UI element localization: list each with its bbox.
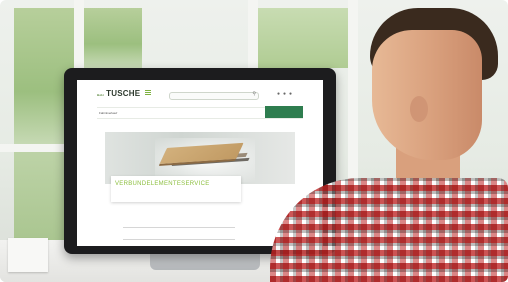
paper-stack xyxy=(8,238,48,272)
logo-mark-icon xyxy=(145,90,151,96)
form-field[interactable] xyxy=(123,232,235,240)
hero-title-card: VERBUNDELEMENTESERVICE xyxy=(111,176,241,202)
window-frame xyxy=(348,0,358,200)
site-header: Holz TUSCHE ⚲ ●●● xyxy=(77,80,323,108)
site-logo[interactable]: Holz TUSCHE xyxy=(97,89,140,98)
search-icon[interactable]: ⚲ xyxy=(252,91,256,97)
person-head xyxy=(372,30,482,160)
search-input[interactable]: ⚲ xyxy=(169,91,259,100)
contact-button[interactable] xyxy=(265,106,303,118)
header-icons[interactable]: ●●● xyxy=(277,91,295,97)
person-ear xyxy=(410,96,428,122)
window-pane xyxy=(258,8,348,68)
page-title: VERBUNDELEMENTESERVICE xyxy=(115,181,210,187)
photo: Holz TUSCHE ⚲ ●●● Fabrikverkauf VERBUNDE… xyxy=(0,0,508,282)
nav-item[interactable]: Fabrikverkauf xyxy=(99,111,117,115)
window-pane xyxy=(84,8,142,68)
form-field[interactable] xyxy=(123,220,235,228)
